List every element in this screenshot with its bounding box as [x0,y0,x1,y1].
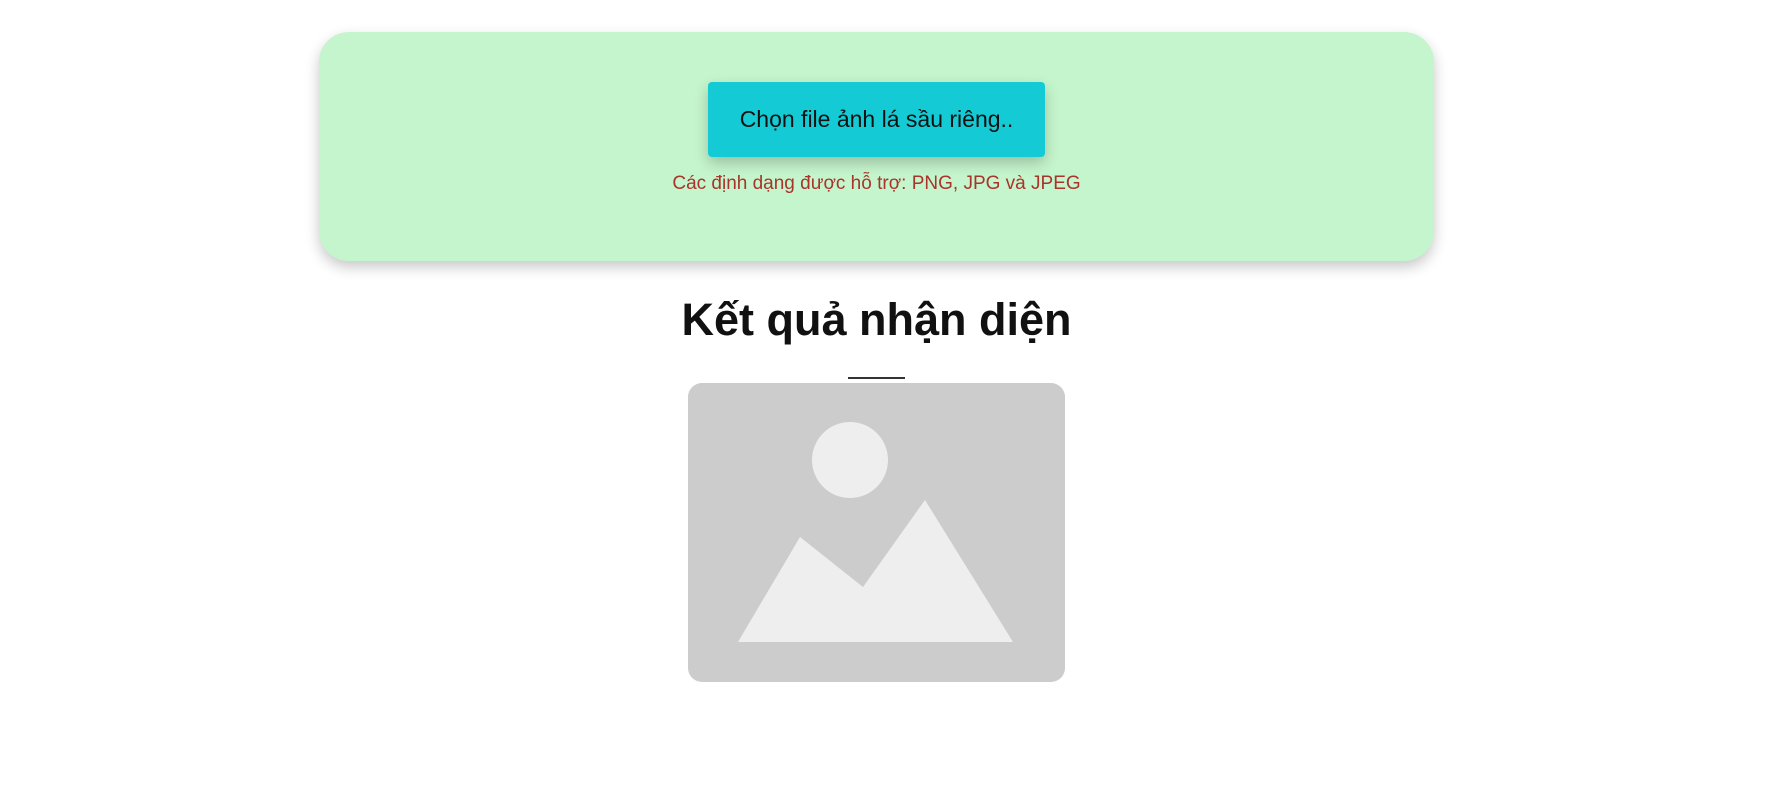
title-underline [848,377,905,379]
result-title: Kết quả nhận diện [681,294,1072,345]
choose-file-button[interactable]: Chọn file ảnh lá sầu riêng.. [708,82,1045,157]
supported-formats-note: Các định dạng được hỗ trợ: PNG, JPG và J… [672,173,1081,194]
image-placeholder-icon [738,422,1013,642]
upload-panel: Chọn file ảnh lá sầu riêng.. Các định dạ… [319,32,1434,261]
result-image-placeholder [688,383,1065,682]
page: Chọn file ảnh lá sầu riêng.. Các định dạ… [0,0,1781,787]
choose-file-button-label: Chọn file ảnh lá sầu riêng.. [739,106,1014,132]
